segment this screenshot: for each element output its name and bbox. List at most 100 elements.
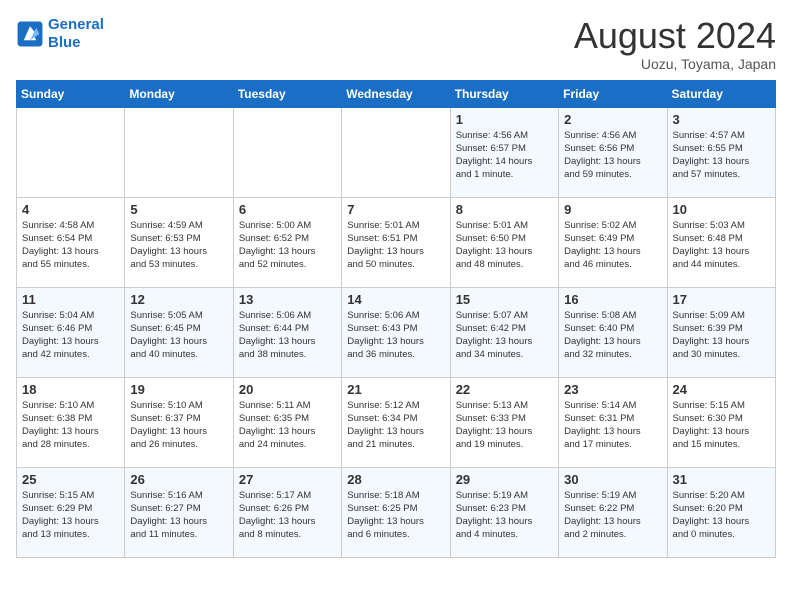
logo: General Blue xyxy=(16,16,104,52)
day-info: Sunrise: 5:01 AM Sunset: 6:50 PM Dayligh… xyxy=(456,219,553,272)
weekday-header-saturday: Saturday xyxy=(667,80,775,107)
day-number: 15 xyxy=(456,292,553,307)
calendar-cell: 19 Sunrise: 5:10 AM Sunset: 6:37 PM Dayli… xyxy=(125,377,233,467)
day-info: Sunrise: 5:03 AM Sunset: 6:48 PM Dayligh… xyxy=(673,219,770,272)
day-number: 5 xyxy=(130,202,227,217)
day-number: 31 xyxy=(673,472,770,487)
calendar-cell: 18Sunrise: 5:10 AM Sunset: 6:38 PM Dayli… xyxy=(17,377,125,467)
calendar-cell: 13 Sunrise: 5:06 AM Sunset: 6:44 PM Dayli… xyxy=(233,287,341,377)
logo-line2: Blue xyxy=(48,34,81,51)
calendar-cell: 25 Sunrise: 5:15 AM Sunset: 6:29 PM Dayli… xyxy=(17,467,125,557)
day-info: Sunrise: 5:14 AM Sunset: 6:31 PM Dayligh… xyxy=(564,399,661,452)
day-info: Sunrise: 5:00 AM Sunset: 6:52 PM Dayligh… xyxy=(239,219,336,272)
weekday-header-sunday: Sunday xyxy=(17,80,125,107)
day-info: Sunrise: 5:07 AM Sunset: 6:42 PM Dayligh… xyxy=(456,309,553,362)
title-block: August 2024 Uozu, Toyama, Japan xyxy=(574,16,776,72)
day-number: 22 xyxy=(456,382,553,397)
calendar-cell xyxy=(17,107,125,197)
calendar-cell: 26 Sunrise: 5:16 AM Sunset: 6:27 PM Dayli… xyxy=(125,467,233,557)
calendar-cell: 17Sunrise: 5:09 AM Sunset: 6:39 PM Dayli… xyxy=(667,287,775,377)
week-row-4: 18Sunrise: 5:10 AM Sunset: 6:38 PM Dayli… xyxy=(17,377,776,467)
day-number: 1 xyxy=(456,112,553,127)
day-info: Sunrise: 5:12 AM Sunset: 6:34 PM Dayligh… xyxy=(347,399,444,452)
calendar-cell: 8 Sunrise: 5:01 AM Sunset: 6:50 PM Daylig… xyxy=(450,197,558,287)
day-number: 3 xyxy=(673,112,770,127)
day-number: 21 xyxy=(347,382,444,397)
day-info: Sunrise: 5:15 AM Sunset: 6:30 PM Dayligh… xyxy=(673,399,770,452)
day-info: Sunrise: 5:15 AM Sunset: 6:29 PM Dayligh… xyxy=(22,489,119,542)
day-info: Sunrise: 5:20 AM Sunset: 6:20 PM Dayligh… xyxy=(673,489,770,542)
calendar-cell: 7Sunrise: 5:01 AM Sunset: 6:51 PM Daylig… xyxy=(342,197,450,287)
day-number: 28 xyxy=(347,472,444,487)
day-info: Sunrise: 4:59 AM Sunset: 6:53 PM Dayligh… xyxy=(130,219,227,272)
day-info: Sunrise: 5:17 AM Sunset: 6:26 PM Dayligh… xyxy=(239,489,336,542)
day-info: Sunrise: 5:10 AM Sunset: 6:38 PM Dayligh… xyxy=(22,399,119,452)
calendar-table: SundayMondayTuesdayWednesdayThursdayFrid… xyxy=(16,80,776,558)
day-info: Sunrise: 5:18 AM Sunset: 6:25 PM Dayligh… xyxy=(347,489,444,542)
day-number: 17 xyxy=(673,292,770,307)
calendar-cell: 14 Sunrise: 5:06 AM Sunset: 6:43 PM Dayli… xyxy=(342,287,450,377)
day-number: 14 xyxy=(347,292,444,307)
weekday-header-thursday: Thursday xyxy=(450,80,558,107)
calendar-cell: 5 Sunrise: 4:59 AM Sunset: 6:53 PM Daylig… xyxy=(125,197,233,287)
day-number: 30 xyxy=(564,472,661,487)
calendar-cell: 27 Sunrise: 5:17 AM Sunset: 6:26 PM Dayli… xyxy=(233,467,341,557)
day-info: Sunrise: 5:01 AM Sunset: 6:51 PM Dayligh… xyxy=(347,219,444,272)
day-info: Sunrise: 5:19 AM Sunset: 6:22 PM Dayligh… xyxy=(564,489,661,542)
calendar-cell: 28 Sunrise: 5:18 AM Sunset: 6:25 PM Dayli… xyxy=(342,467,450,557)
day-info: Sunrise: 5:16 AM Sunset: 6:27 PM Dayligh… xyxy=(130,489,227,542)
calendar-cell: 6 Sunrise: 5:00 AM Sunset: 6:52 PM Daylig… xyxy=(233,197,341,287)
day-info: Sunrise: 4:56 AM Sunset: 6:56 PM Dayligh… xyxy=(564,129,661,182)
logo-line1: General xyxy=(48,16,104,33)
day-number: 2 xyxy=(564,112,661,127)
calendar-cell: 23 Sunrise: 5:14 AM Sunset: 6:31 PM Dayli… xyxy=(559,377,667,467)
calendar-cell: 21 Sunrise: 5:12 AM Sunset: 6:34 PM Dayli… xyxy=(342,377,450,467)
calendar-cell: 31 Sunrise: 5:20 AM Sunset: 6:20 PM Dayli… xyxy=(667,467,775,557)
day-info: Sunrise: 5:11 AM Sunset: 6:35 PM Dayligh… xyxy=(239,399,336,452)
day-number: 27 xyxy=(239,472,336,487)
day-number: 20 xyxy=(239,382,336,397)
day-number: 19 xyxy=(130,382,227,397)
calendar-cell: 22 Sunrise: 5:13 AM Sunset: 6:33 PM Dayli… xyxy=(450,377,558,467)
day-number: 26 xyxy=(130,472,227,487)
day-number: 6 xyxy=(239,202,336,217)
day-number: 13 xyxy=(239,292,336,307)
calendar-cell xyxy=(233,107,341,197)
calendar-cell: 3 Sunrise: 4:57 AM Sunset: 6:55 PM Daylig… xyxy=(667,107,775,197)
day-info: Sunrise: 5:13 AM Sunset: 6:33 PM Dayligh… xyxy=(456,399,553,452)
day-number: 8 xyxy=(456,202,553,217)
weekday-header-wednesday: Wednesday xyxy=(342,80,450,107)
day-number: 9 xyxy=(564,202,661,217)
calendar-cell xyxy=(125,107,233,197)
day-number: 24 xyxy=(673,382,770,397)
day-info: Sunrise: 5:06 AM Sunset: 6:44 PM Dayligh… xyxy=(239,309,336,362)
page-header: General Blue August 2024 Uozu, Toyama, J… xyxy=(16,16,776,72)
calendar-cell: 30 Sunrise: 5:19 AM Sunset: 6:22 PM Dayli… xyxy=(559,467,667,557)
calendar-cell: 24 Sunrise: 5:15 AM Sunset: 6:30 PM Dayli… xyxy=(667,377,775,467)
day-info: Sunrise: 4:57 AM Sunset: 6:55 PM Dayligh… xyxy=(673,129,770,182)
weekday-header-tuesday: Tuesday xyxy=(233,80,341,107)
day-number: 29 xyxy=(456,472,553,487)
calendar-cell: 15 Sunrise: 5:07 AM Sunset: 6:42 PM Dayli… xyxy=(450,287,558,377)
day-number: 16 xyxy=(564,292,661,307)
day-number: 23 xyxy=(564,382,661,397)
day-number: 12 xyxy=(130,292,227,307)
day-number: 10 xyxy=(673,202,770,217)
day-info: Sunrise: 5:05 AM Sunset: 6:45 PM Dayligh… xyxy=(130,309,227,362)
calendar-cell: 20 Sunrise: 5:11 AM Sunset: 6:35 PM Dayli… xyxy=(233,377,341,467)
logo-icon xyxy=(16,20,44,48)
weekday-header-row: SundayMondayTuesdayWednesdayThursdayFrid… xyxy=(17,80,776,107)
day-number: 4 xyxy=(22,202,119,217)
day-info: Sunrise: 4:58 AM Sunset: 6:54 PM Dayligh… xyxy=(22,219,119,272)
day-info: Sunrise: 4:56 AM Sunset: 6:57 PM Dayligh… xyxy=(456,129,553,182)
day-info: Sunrise: 5:06 AM Sunset: 6:43 PM Dayligh… xyxy=(347,309,444,362)
week-row-2: 4 Sunrise: 4:58 AM Sunset: 6:54 PM Daylig… xyxy=(17,197,776,287)
calendar-cell: 12 Sunrise: 5:05 AM Sunset: 6:45 PM Dayli… xyxy=(125,287,233,377)
calendar-cell: 29Sunrise: 5:19 AM Sunset: 6:23 PM Dayli… xyxy=(450,467,558,557)
weekday-header-friday: Friday xyxy=(559,80,667,107)
calendar-cell: 9Sunrise: 5:02 AM Sunset: 6:49 PM Daylig… xyxy=(559,197,667,287)
logo-text: General Blue xyxy=(48,16,104,52)
day-number: 25 xyxy=(22,472,119,487)
day-info: Sunrise: 5:10 AM Sunset: 6:37 PM Dayligh… xyxy=(130,399,227,452)
week-row-3: 11Sunrise: 5:04 AM Sunset: 6:46 PM Dayli… xyxy=(17,287,776,377)
